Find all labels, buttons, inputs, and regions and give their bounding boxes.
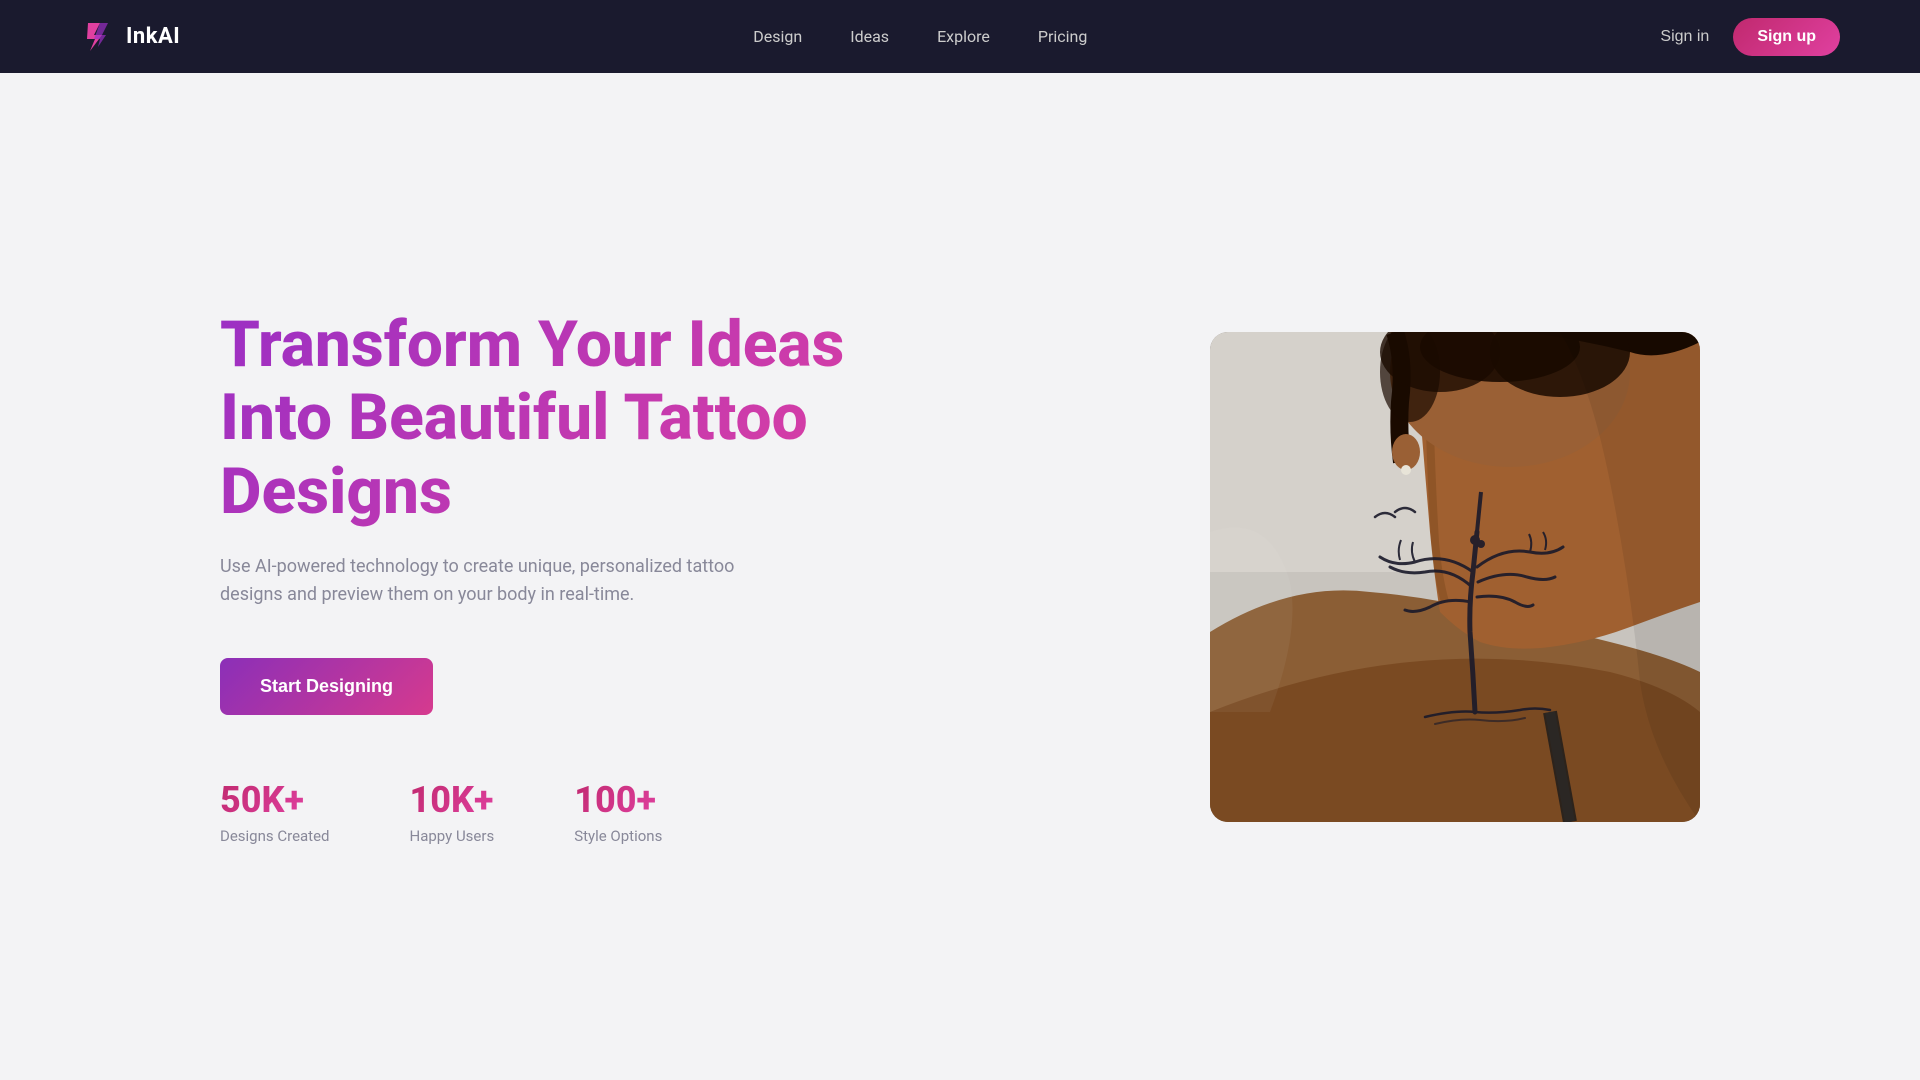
stat-users-number: 10K+: [410, 779, 494, 821]
main-content: Transform Your Ideas Into Beautiful Tatt…: [0, 73, 1920, 1080]
hero-image: [1210, 332, 1700, 822]
logo-icon: [80, 19, 116, 55]
nav-link-ideas[interactable]: Ideas: [850, 27, 889, 46]
hero-title: Transform Your Ideas Into Beautiful Tatt…: [220, 308, 870, 529]
nav-links: Design Ideas Explore Pricing: [753, 27, 1087, 46]
hero-subtitle: Use AI-powered technology to create uniq…: [220, 553, 740, 611]
sign-up-button[interactable]: Sign up: [1733, 18, 1840, 56]
stat-designs-number: 50K+: [220, 779, 304, 821]
hero-illustration: [1210, 332, 1700, 822]
hero-left: Transform Your Ideas Into Beautiful Tatt…: [220, 308, 870, 845]
stat-style-options: 100+ Style Options: [574, 779, 662, 845]
stat-designs-created: 50K+ Designs Created: [220, 779, 330, 845]
navbar: InkAI Design Ideas Explore Pricing Sign …: [0, 0, 1920, 73]
logo[interactable]: InkAI: [80, 19, 180, 55]
nav-link-design[interactable]: Design: [753, 27, 802, 46]
nav-link-pricing[interactable]: Pricing: [1038, 27, 1088, 46]
sign-in-button[interactable]: Sign in: [1660, 28, 1709, 46]
logo-text: InkAI: [126, 24, 180, 49]
hero-right: [1210, 332, 1700, 822]
stats-row: 50K+ Designs Created 10K+ Happy Users 10…: [220, 779, 870, 845]
stat-users-label: Happy Users: [410, 827, 495, 845]
stat-happy-users: 10K+ Happy Users: [410, 779, 495, 845]
stat-designs-label: Designs Created: [220, 827, 330, 845]
nav-link-explore[interactable]: Explore: [937, 27, 990, 46]
start-designing-button[interactable]: Start Designing: [220, 658, 433, 715]
stat-styles-label: Style Options: [574, 827, 662, 845]
navbar-actions: Sign in Sign up: [1660, 18, 1840, 56]
stat-styles-number: 100+: [574, 779, 656, 821]
